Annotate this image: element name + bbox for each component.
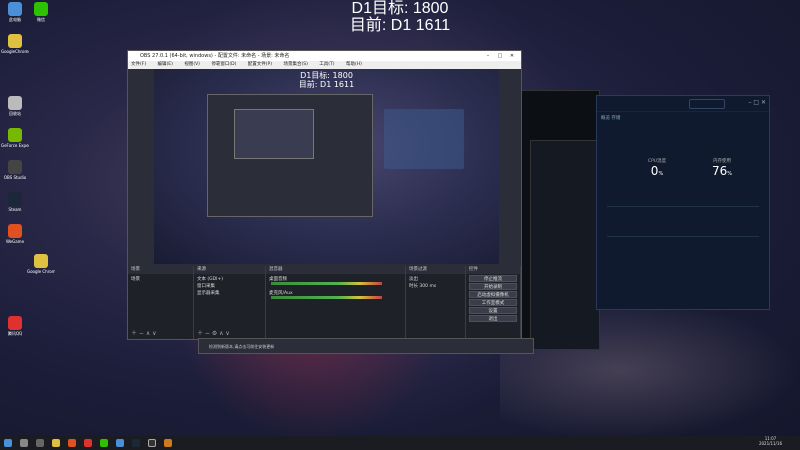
desktop-icon-wegame[interactable]: WeGame (1, 224, 29, 254)
source-item[interactable]: 窗口采集 (197, 283, 262, 290)
mixer-channel-mic[interactable]: 麦克风/Aux (269, 290, 402, 304)
monitor-search-box[interactable] (689, 99, 725, 109)
close-icon: ✕ (509, 53, 515, 59)
desktop-icon-qq[interactable]: 腾讯QQ (1, 316, 29, 346)
monitor-tabs[interactable]: 概览 存储 (597, 112, 769, 126)
menu-view[interactable]: 视图(V) (184, 62, 200, 67)
obs-window: OBS 27.0.1 (64-bit, windows) - 配置文件: 未命名… (127, 50, 522, 340)
obs-icon[interactable] (148, 439, 156, 447)
recycle-bin-icon (8, 96, 22, 110)
transition-select[interactable]: 淡出 (409, 276, 462, 283)
preview-current-text: 目前: D1 1611 (298, 80, 355, 89)
transition-duration[interactable]: 时长 300 ms (409, 283, 462, 290)
nested-obs-capture (207, 94, 373, 217)
maximize-icon: □ (497, 53, 503, 59)
monitor-divider (607, 206, 759, 207)
transitions-dock: 场景过渡 淡出 时长 300 ms (406, 266, 466, 339)
mixer-dock: 混音器 桌面音频 麦克风/Aux (266, 266, 406, 339)
monitor-divider (607, 236, 759, 237)
studio-mode-button[interactable]: 工作室模式 (469, 299, 517, 306)
menu-edit[interactable]: 编辑(E) (158, 62, 173, 67)
pc-icon (8, 2, 22, 16)
obs-titlebar[interactable]: OBS 27.0.1 (64-bit, windows) - 配置文件: 未命名… (128, 51, 521, 61)
desktop-icon-steam[interactable]: Steam (1, 192, 29, 222)
stop-stream-button[interactable]: 停止推流 (469, 275, 517, 282)
chrome-icon (34, 254, 48, 268)
obs-preview[interactable]: D1目标: 1800 目前: D1 1611 (154, 69, 499, 264)
wechat-icon[interactable] (100, 439, 108, 447)
menu-docks[interactable]: 停靠窗口(D) (211, 62, 236, 67)
volume-meter (271, 282, 382, 285)
obs-dock-area: 场景 场景 ＋ − ∧ ∨ 来源 文本 (GDI+) 窗口采集 显示器采集 ＋ … (128, 266, 521, 339)
desktop-icon-this-pc[interactable]: 此电脑 (1, 2, 29, 32)
menu-profile[interactable]: 配置文件(P) (248, 62, 272, 67)
steam-icon (8, 192, 22, 206)
overlay-target-text: D1目标: 1800 (351, 0, 449, 17)
menu-tools[interactable]: 工具(T) (319, 62, 334, 67)
settings-button[interactable]: 设置 (469, 307, 517, 314)
virtual-camera-button[interactable]: 启动虚拟摄像机 (469, 291, 517, 298)
steam-icon[interactable] (132, 439, 140, 447)
monitor-header: – □ ✕ (597, 96, 769, 112)
geforce-icon (8, 128, 22, 142)
gauge-cpu: CPU温度 0% (647, 159, 667, 178)
update-notification[interactable]: 检测到新版本,请点击可前往安装更新 (198, 338, 534, 354)
exit-button[interactable]: 退出 (469, 315, 517, 322)
scene-dock-toolbar[interactable]: ＋ − ∧ ∨ (131, 328, 157, 337)
menu-file[interactable]: 文件(F) (131, 62, 146, 67)
background-window-b (530, 140, 600, 350)
overlay-current-text: 目前: D1 1611 (349, 17, 451, 34)
search-icon[interactable] (20, 439, 28, 447)
desktop-icon-chrome-2[interactable]: Google Chrome (27, 254, 55, 284)
app-icon[interactable] (164, 439, 172, 447)
wegame-icon[interactable] (68, 439, 76, 447)
chrome-icon (8, 34, 22, 48)
scene-item[interactable]: 场景 (131, 276, 190, 283)
monitor-window-buttons[interactable]: – □ ✕ (748, 99, 766, 106)
minimize-icon: – (486, 53, 490, 59)
desktop-icon-obs[interactable]: OBS Studio (1, 160, 29, 190)
source-item[interactable]: 显示器采集 (197, 290, 262, 297)
desktop-icon-area: 此电脑 微信 GoogleChrome 回收站 GeForce Experien… (0, 0, 56, 436)
obs-menubar: 文件(F) 编辑(E) 视图(V) 停靠窗口(D) 配置文件(P) 场景集合(S… (128, 61, 521, 69)
obs-window-buttons[interactable]: – □ ✕ (482, 51, 518, 61)
wechat-icon (34, 2, 48, 16)
taskbar: 11:07 2021/11/16 (0, 436, 800, 450)
chrome-icon[interactable] (52, 439, 60, 447)
desktop-icon-geforce[interactable]: GeForce Experience (1, 128, 29, 158)
desktop-icon-recycle-bin[interactable]: 回收站 (1, 96, 29, 126)
controls-dock: 控件 停止推流 开始录制 启动虚拟摄像机 工作室模式 设置 退出 (466, 266, 521, 339)
menu-scene-collection[interactable]: 场景集合(S) (283, 62, 307, 67)
desktop-icon-chrome[interactable]: GoogleChrome (1, 34, 29, 64)
menu-help[interactable]: 帮助(H) (346, 62, 362, 67)
scenes-dock: 场景 场景 ＋ − ∧ ∨ (128, 266, 194, 339)
mixer-channel-desktop[interactable]: 桌面音频 (269, 276, 402, 290)
start-recording-button[interactable]: 开始录制 (469, 283, 517, 290)
qq-icon (8, 316, 22, 330)
system-monitor-window: – □ ✕ 概览 存储 CPU温度 0% 内存使用 76% (596, 95, 770, 310)
source-item[interactable]: 文本 (GDI+) (197, 276, 262, 283)
task-view-icon[interactable] (36, 439, 44, 447)
desktop-icon-wechat[interactable]: 微信 (27, 2, 55, 32)
clock[interactable]: 11:07 2021/11/16 (759, 436, 782, 446)
wegame-icon (8, 224, 22, 238)
sources-dock: 来源 文本 (GDI+) 窗口采集 显示器采集 ＋ − ⚙ ∧ ∨ (194, 266, 266, 339)
gauge-memory: 内存使用 76% (711, 159, 733, 178)
source-dock-toolbar[interactable]: ＋ − ⚙ ∧ ∨ (197, 328, 230, 337)
nested-obs-capture-inner (234, 109, 314, 159)
app-icon[interactable] (84, 439, 92, 447)
volume-meter (271, 296, 382, 299)
explorer-icon[interactable] (116, 439, 124, 447)
start-icon[interactable] (4, 439, 12, 447)
obs-icon (8, 160, 22, 174)
nested-monitor-capture (384, 109, 464, 169)
